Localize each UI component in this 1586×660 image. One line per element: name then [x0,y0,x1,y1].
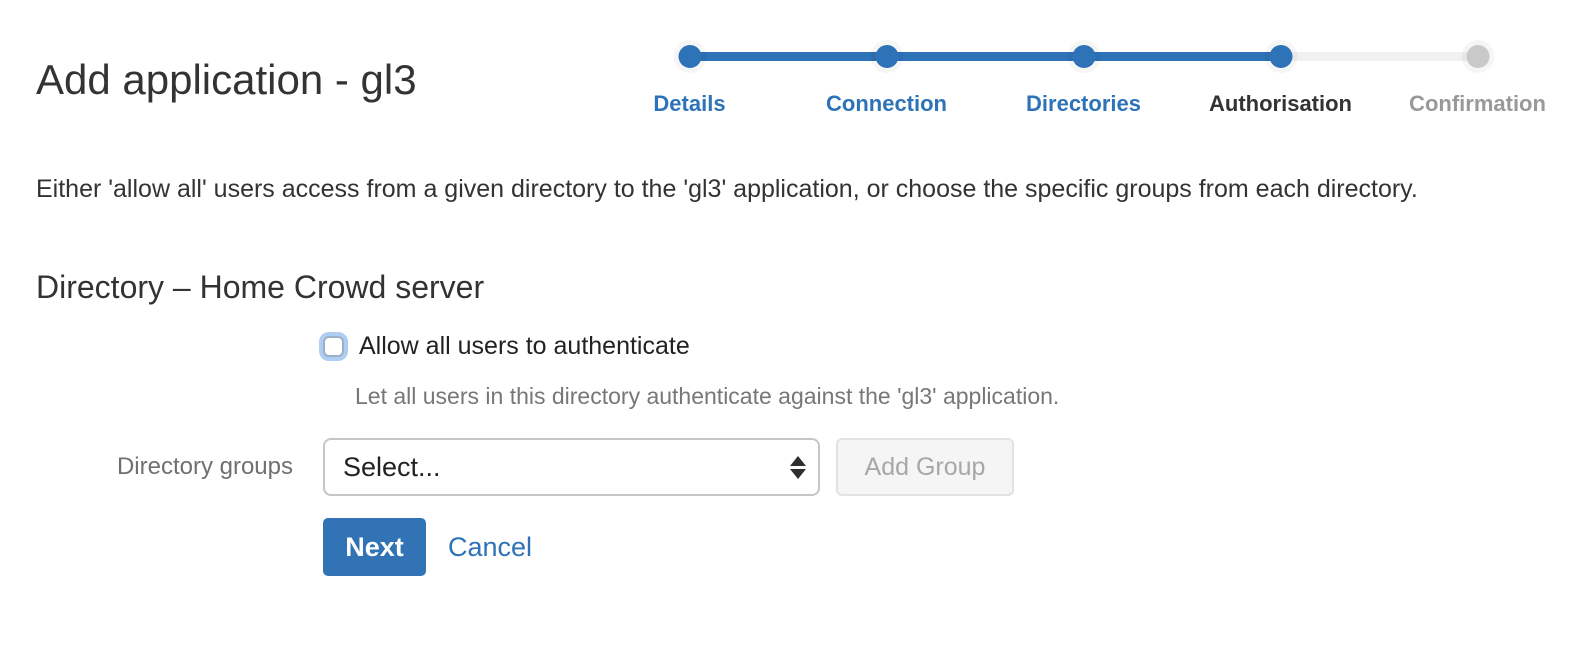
step-dot-authorisation [1269,45,1292,68]
directory-groups-row: Directory groups Select... Add Group [36,438,1550,496]
page-title: Add application - gl3 [36,56,417,104]
allow-all-label[interactable]: Allow all users to authenticate [359,332,690,361]
step-link-directories[interactable]: Directories [1026,91,1141,117]
page-description: Either 'allow all' users access from a g… [36,169,1456,209]
directory-section-heading: Directory – Home Crowd server [36,269,1550,306]
page-header: Add application - gl3 Details Connection… [0,0,1586,127]
step-dot-connection [875,45,898,68]
step-label-confirmation: Confirmation [1409,91,1546,117]
step-dot-confirmation [1466,45,1489,68]
wizard-stepper: Details Connection Directories Authorisa… [591,45,1576,127]
authorisation-step-content: Either 'allow all' users access from a g… [0,169,1586,576]
step-dot-directories [1072,45,1095,68]
select-arrows-icon [790,456,806,479]
step-dot-details [678,45,701,68]
allow-all-row: Allow all users to authenticate [323,332,1550,361]
step-link-connection[interactable]: Connection [826,91,947,117]
directory-groups-select[interactable]: Select... [323,438,820,496]
step-label-authorisation: Authorisation [1209,91,1352,117]
add-application-page: Add application - gl3 Details Connection… [0,0,1586,660]
cancel-link[interactable]: Cancel [448,532,532,563]
allow-all-help-text: Let all users in this directory authenti… [355,383,1550,410]
wizard-actions-row: Next Cancel [323,518,1550,576]
step-link-details[interactable]: Details [653,91,725,117]
stepper-progress-bar [690,52,1281,61]
next-button[interactable]: Next [323,518,426,576]
allow-all-checkbox[interactable] [323,336,344,357]
directory-groups-label: Directory groups [36,453,323,481]
directory-groups-select-value: Select... [343,452,441,483]
add-group-button[interactable]: Add Group [836,438,1014,496]
